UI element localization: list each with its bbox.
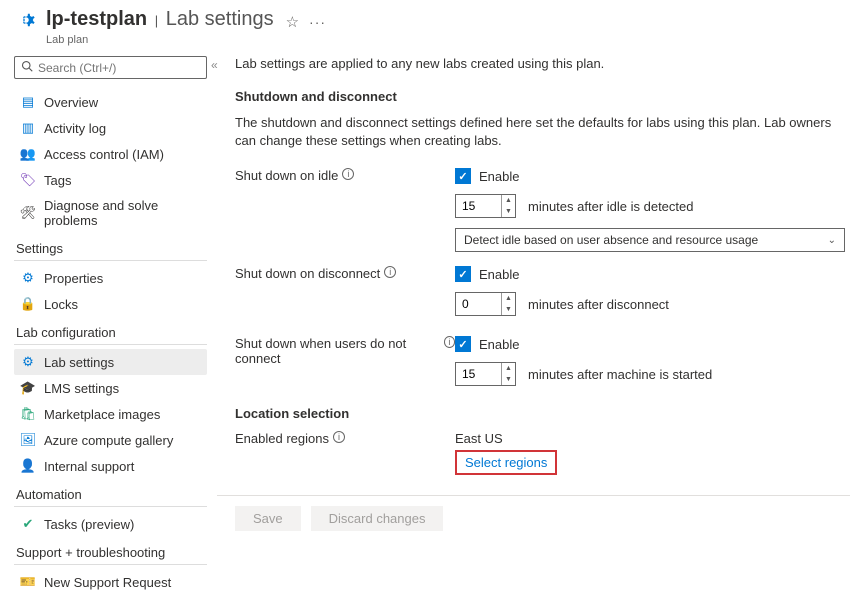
- group-settings: Settings: [14, 233, 207, 261]
- idle-minutes-input[interactable]: ▲▼: [455, 194, 516, 218]
- wrench-icon: 🛠: [20, 205, 36, 221]
- location-heading: Location selection: [217, 406, 850, 421]
- people-icon: 👥: [20, 146, 36, 162]
- disconnect-enable-checkbox[interactable]: ✓: [455, 266, 471, 282]
- nav-iam[interactable]: 👥Access control (IAM): [14, 141, 207, 167]
- person-icon: 👤: [20, 458, 36, 474]
- noconnect-label: Shut down when users do not connect: [235, 336, 440, 366]
- save-button[interactable]: Save: [235, 506, 301, 531]
- group-automation: Automation: [14, 479, 207, 507]
- noconnect-enable-checkbox[interactable]: ✓: [455, 336, 471, 352]
- info-icon[interactable]: i: [444, 336, 455, 348]
- info-icon[interactable]: i: [384, 266, 396, 278]
- regions-value: East US: [455, 431, 850, 446]
- shutdown-desc: The shutdown and disconnect settings def…: [217, 114, 850, 150]
- spin-down-icon[interactable]: ▼: [502, 374, 515, 385]
- nav-activity-log[interactable]: ▥Activity log: [14, 115, 207, 141]
- spin-up-icon[interactable]: ▲: [502, 363, 515, 374]
- search-icon: [21, 60, 33, 75]
- disconnect-label: Shut down on disconnect: [235, 266, 380, 281]
- spin-down-icon[interactable]: ▼: [502, 206, 515, 217]
- regions-label: Enabled regions: [235, 431, 329, 446]
- idle-enable-checkbox[interactable]: ✓: [455, 168, 471, 184]
- nav-internal-support[interactable]: 👤Internal support: [14, 453, 207, 479]
- nav-new-support[interactable]: 🎫New Support Request: [14, 569, 207, 595]
- nav-diagnose[interactable]: 🛠Diagnose and solve problems: [14, 193, 207, 233]
- cart-icon: 🛍: [20, 406, 36, 422]
- intro-text: Lab settings are applied to any new labs…: [217, 56, 850, 71]
- search-box[interactable]: [14, 56, 207, 79]
- collapse-sidebar-icon[interactable]: «: [211, 58, 218, 72]
- gear-icon: ⚙: [20, 354, 36, 370]
- chevron-down-icon: ⌄: [828, 235, 836, 246]
- group-labconfig: Lab configuration: [14, 317, 207, 345]
- group-support: Support + troubleshooting: [14, 537, 207, 565]
- graduation-icon: 🎓: [20, 380, 36, 396]
- shutdown-heading: Shutdown and disconnect: [217, 89, 850, 104]
- disconnect-minutes-input[interactable]: ▲▼: [455, 292, 516, 316]
- support-icon: 🎫: [20, 574, 36, 590]
- page-subtitle: Lab settings: [166, 8, 274, 30]
- nav-gallery[interactable]: 🖼Azure compute gallery: [14, 427, 207, 453]
- gear-icon: [14, 8, 38, 32]
- spin-up-icon[interactable]: ▲: [502, 195, 515, 206]
- info-icon[interactable]: i: [333, 431, 345, 443]
- discard-button[interactable]: Discard changes: [311, 506, 444, 531]
- nav-properties[interactable]: ⚙Properties: [14, 265, 207, 291]
- resource-title: lp-testplan: [46, 8, 147, 30]
- nav-lms-settings[interactable]: 🎓LMS settings: [14, 375, 207, 401]
- overview-icon: ▤: [20, 94, 36, 110]
- nav-overview[interactable]: ▤Overview: [14, 89, 207, 115]
- lock-icon: 🔒: [20, 296, 36, 312]
- nav-tasks[interactable]: ✔Tasks (preview): [14, 511, 207, 537]
- tasks-icon: ✔: [20, 516, 36, 532]
- favorite-star-icon[interactable]: ☆: [286, 13, 299, 31]
- spin-up-icon[interactable]: ▲: [502, 293, 515, 304]
- idle-method-dropdown[interactable]: Detect idle based on user absence and re…: [455, 228, 845, 252]
- sliders-icon: ⚙: [20, 270, 36, 286]
- info-icon[interactable]: i: [342, 168, 354, 180]
- idle-label: Shut down on idle: [235, 168, 338, 183]
- tag-icon: 🏷: [20, 172, 36, 188]
- noconnect-minutes-input[interactable]: ▲▼: [455, 362, 516, 386]
- nav-locks[interactable]: 🔒Locks: [14, 291, 207, 317]
- resource-type: Lab plan: [32, 34, 860, 46]
- log-icon: ▥: [20, 120, 36, 136]
- image-icon: 🖼: [20, 432, 36, 448]
- nav-marketplace[interactable]: 🛍Marketplace images: [14, 401, 207, 427]
- search-input[interactable]: [38, 61, 200, 75]
- more-actions-icon[interactable]: ···: [309, 14, 326, 30]
- spin-down-icon[interactable]: ▼: [502, 304, 515, 315]
- select-regions-link[interactable]: Select regions: [465, 455, 547, 470]
- nav-tags[interactable]: 🏷Tags: [14, 167, 207, 193]
- nav-lab-settings[interactable]: ⚙Lab settings: [14, 349, 207, 375]
